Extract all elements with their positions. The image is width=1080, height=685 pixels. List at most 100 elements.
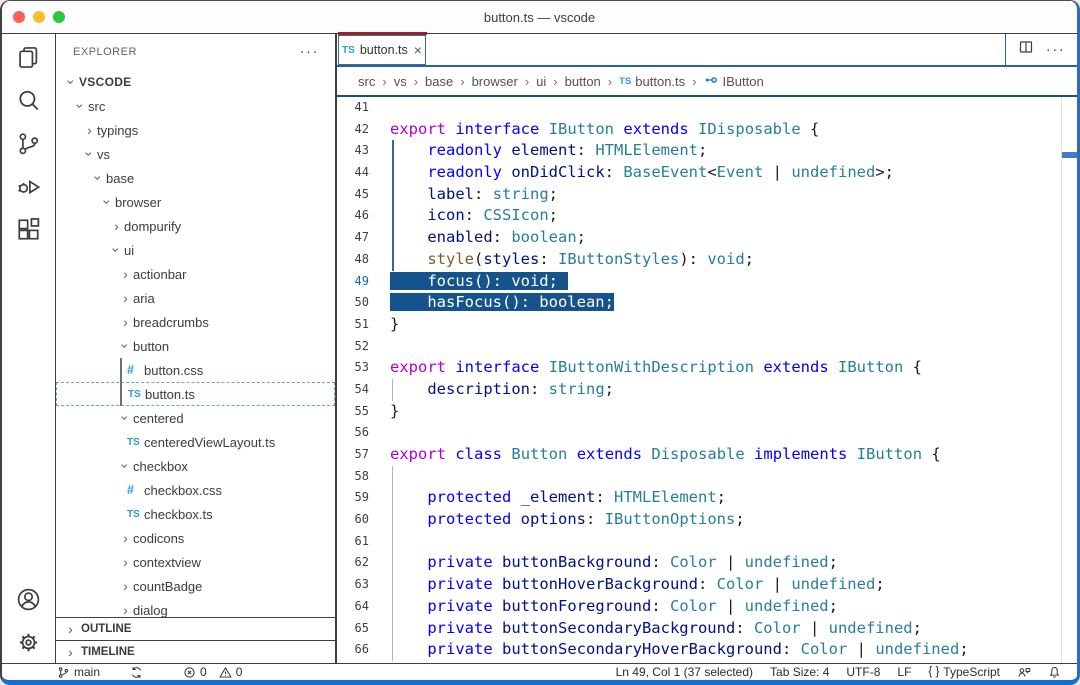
status-feedback[interactable] — [1017, 666, 1031, 679]
tree-item-vs[interactable]: ›vs — [56, 142, 335, 166]
line-number[interactable]: 59 — [337, 487, 369, 509]
line-number[interactable]: 65 — [337, 618, 369, 640]
line-number[interactable]: 62 — [337, 552, 369, 574]
line-number[interactable]: 46 — [337, 205, 369, 227]
tree-item-actionbar[interactable]: ›actionbar — [56, 262, 335, 286]
chevron-down-icon[interactable]: › — [83, 147, 97, 162]
tree-item-contextview[interactable]: ›contextview — [56, 550, 335, 574]
line-number[interactable]: 55 — [337, 401, 369, 423]
chevron-right-icon[interactable]: › — [118, 603, 133, 617]
line-number[interactable]: 61 — [337, 531, 369, 553]
close-window-button[interactable] — [13, 11, 25, 23]
timeline-panel-header[interactable]: › TIMELINE — [56, 640, 335, 663]
chevron-down-icon[interactable]: › — [92, 171, 106, 186]
line-number[interactable]: 41 — [337, 97, 369, 119]
line-number[interactable]: 48 — [337, 249, 369, 271]
chevron-down-icon[interactable]: › — [119, 459, 133, 474]
status-warning[interactable]: 0 — [219, 665, 243, 679]
close-tab-icon[interactable]: × — [414, 42, 422, 58]
tree-item-checkbox[interactable]: ›checkbox — [56, 454, 335, 478]
tree-item-ui[interactable]: ›ui — [56, 238, 335, 262]
source-control-icon[interactable] — [14, 128, 44, 158]
split-editor-icon[interactable] — [1018, 39, 1034, 60]
zoom-window-button[interactable] — [53, 11, 65, 23]
status-ln-49-col-1-37-selected-[interactable]: Ln 49, Col 1 (37 selected) — [616, 665, 753, 679]
chevron-right-icon[interactable]: › — [82, 123, 97, 137]
tree-item-countbadge[interactable]: ›countBadge — [56, 574, 335, 598]
line-number[interactable]: 60 — [337, 509, 369, 531]
chevron-down-icon[interactable]: › — [119, 411, 133, 426]
chevron-right-icon[interactable]: › — [118, 531, 133, 545]
breadcrumb-item-base[interactable]: base — [425, 74, 453, 89]
breadcrumb-item-ibutton[interactable]: IButton — [704, 73, 764, 90]
line-number[interactable]: 49 — [337, 271, 369, 293]
chevron-right-icon[interactable]: › — [109, 219, 124, 233]
tree-item-checkbox-css[interactable]: #checkbox.css — [56, 478, 335, 502]
line-number[interactable]: 43 — [337, 140, 369, 162]
chevron-right-icon[interactable]: › — [118, 291, 133, 305]
tree-item-vscode[interactable]: ›VSCODE — [56, 70, 335, 94]
line-number[interactable]: 52 — [337, 336, 369, 358]
tree-item-aria[interactable]: ›aria — [56, 286, 335, 310]
chevron-down-icon[interactable]: › — [119, 339, 133, 354]
tree-item-centeredviewlayout-ts[interactable]: TScenteredViewLayout.ts — [56, 430, 335, 454]
tree-item-base[interactable]: ›base — [56, 166, 335, 190]
breadcrumb-item-src[interactable]: src — [358, 74, 375, 89]
line-number[interactable]: 54 — [337, 379, 369, 401]
chevron-down-icon[interactable]: › — [110, 243, 124, 258]
status-bell[interactable] — [1048, 666, 1061, 679]
settings-icon[interactable] — [14, 627, 44, 657]
editor-more-actions-icon[interactable]: ··· — [1046, 45, 1066, 55]
status-lf[interactable]: LF — [897, 665, 911, 679]
line-number[interactable]: 51 — [337, 314, 369, 336]
line-number[interactable]: 53 — [337, 357, 369, 379]
line-number[interactable]: 56 — [337, 422, 369, 444]
line-number[interactable]: 45 — [337, 184, 369, 206]
tree-item-codicons[interactable]: ›codicons — [56, 526, 335, 550]
overview-ruler[interactable] — [1061, 97, 1077, 663]
breadcrumb-item-button-ts[interactable]: TSbutton.ts — [619, 74, 685, 89]
search-icon[interactable] — [14, 85, 44, 115]
code-editor[interactable]: 4142export interface IButton extends IDi… — [337, 97, 1077, 663]
chevron-down-icon[interactable]: › — [74, 99, 88, 114]
tree-item-button-ts[interactable]: TSbutton.ts — [56, 382, 335, 406]
files-icon[interactable] — [14, 42, 44, 72]
accounts-icon[interactable] — [14, 584, 44, 614]
outline-panel-header[interactable]: › OUTLINE — [56, 617, 335, 640]
tree-item-centered[interactable]: ›centered — [56, 406, 335, 430]
line-number[interactable]: 57 — [337, 444, 369, 466]
tree-item-typings[interactable]: ›typings — [56, 118, 335, 142]
chevron-right-icon[interactable]: › — [118, 579, 133, 593]
line-number[interactable]: 63 — [337, 574, 369, 596]
line-number[interactable]: 58 — [337, 466, 369, 488]
line-number[interactable]: 44 — [337, 162, 369, 184]
status-typescript[interactable]: { }TypeScript — [928, 665, 1000, 679]
chevron-right-icon[interactable]: › — [118, 315, 133, 329]
chevron-right-icon[interactable]: › — [118, 555, 133, 569]
tree-item-button-css[interactable]: #button.css — [56, 358, 335, 382]
line-number[interactable]: 64 — [337, 596, 369, 618]
breadcrumb-item-ui[interactable]: ui — [536, 74, 546, 89]
status-error[interactable]: 0 — [183, 665, 207, 679]
line-number[interactable]: 50 — [337, 292, 369, 314]
tree-item-breadcrumbs[interactable]: ›breadcrumbs — [56, 310, 335, 334]
chevron-down-icon[interactable]: › — [65, 75, 79, 90]
tree-item-browser[interactable]: ›browser — [56, 190, 335, 214]
breadcrumb-item-vs[interactable]: vs — [394, 74, 407, 89]
status-utf-8[interactable]: UTF-8 — [846, 665, 880, 679]
line-number[interactable]: 42 — [337, 119, 369, 141]
explorer-more-actions-icon[interactable]: ··· — [300, 47, 320, 57]
chevron-down-icon[interactable]: › — [101, 195, 115, 210]
minimize-window-button[interactable] — [33, 11, 45, 23]
tree-item-src[interactable]: ›src — [56, 94, 335, 118]
breadcrumb-item-button[interactable]: button — [565, 74, 601, 89]
run-debug-icon[interactable] — [14, 171, 44, 201]
status-tab-size-4[interactable]: Tab Size: 4 — [770, 665, 829, 679]
status-git-branch[interactable]: main — [57, 665, 100, 679]
line-number[interactable]: 66 — [337, 639, 369, 661]
breadcrumb-item-browser[interactable]: browser — [472, 74, 518, 89]
tab-button-ts[interactable]: TS button.ts × — [338, 35, 426, 65]
extensions-icon[interactable] — [14, 214, 44, 244]
tree-item-dompurify[interactable]: ›dompurify — [56, 214, 335, 238]
line-number[interactable]: 47 — [337, 227, 369, 249]
